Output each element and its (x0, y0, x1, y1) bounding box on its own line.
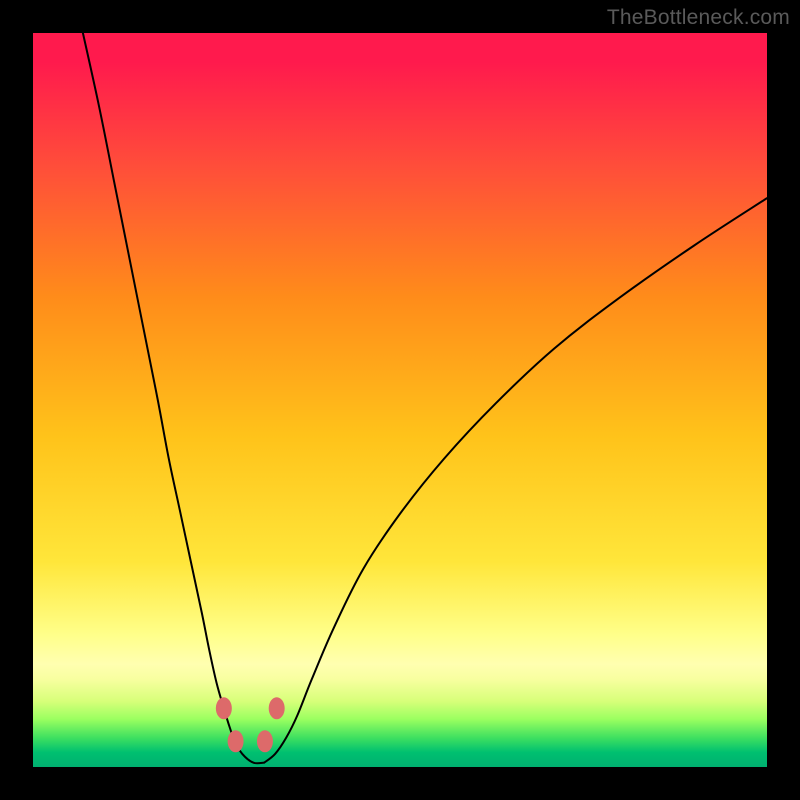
watermark-text: TheBottleneck.com (607, 6, 790, 30)
chart-frame: TheBottleneck.com (0, 0, 800, 800)
chart-plot-area (33, 33, 767, 767)
